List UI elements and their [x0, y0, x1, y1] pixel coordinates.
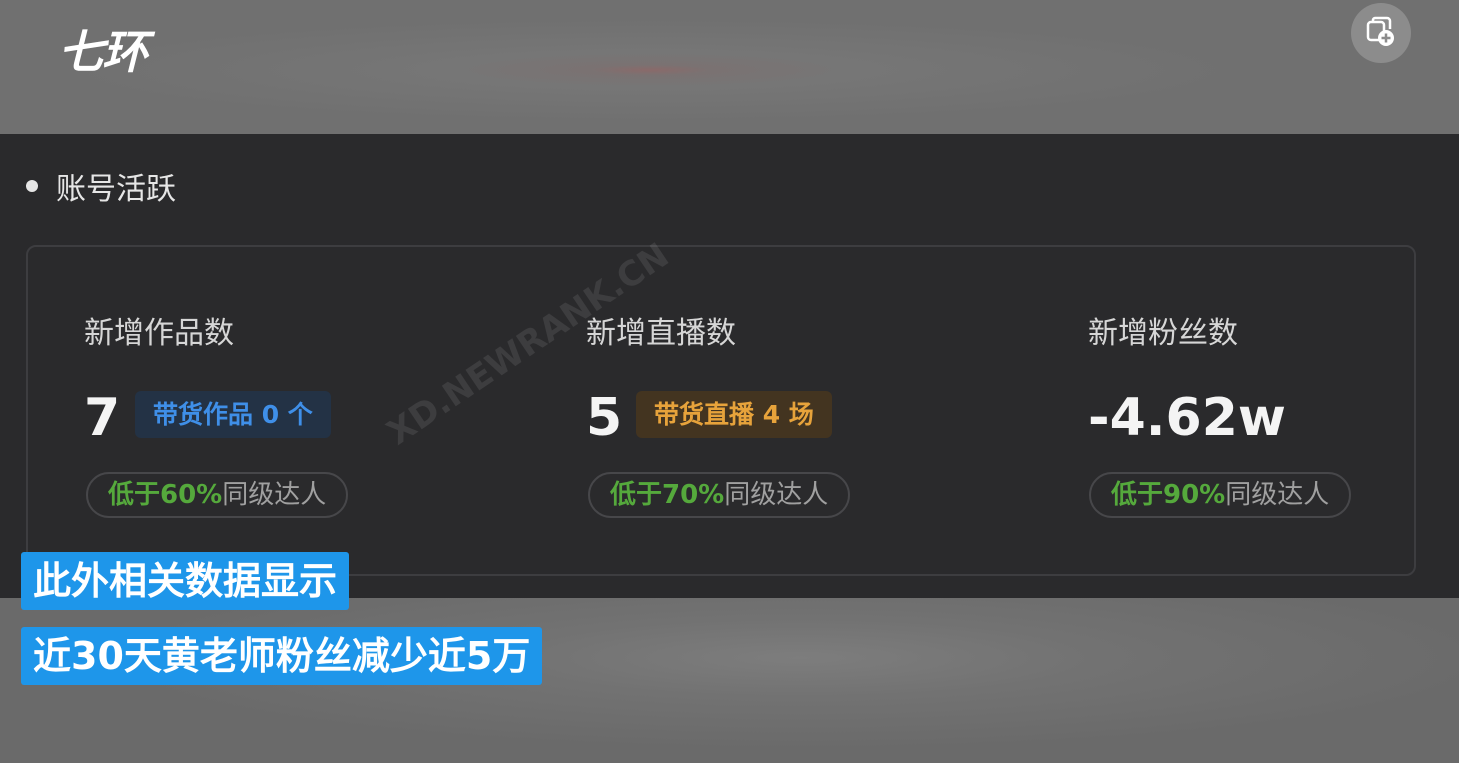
- stat-value-new-lives: 5: [586, 388, 623, 448]
- copy-button[interactable]: [1351, 3, 1411, 63]
- section-title: 账号活跃: [56, 172, 176, 207]
- peer-compare-pill-works: 低于60%同级达人: [86, 472, 349, 518]
- copy-plus-icon: [1366, 16, 1394, 46]
- pill-percent: 低于90%: [1111, 480, 1226, 510]
- stat-label-new-fans: 新增粉丝数: [1088, 316, 1238, 351]
- video-background-top: [0, 0, 1459, 134]
- pill-text: 同级达人: [1225, 480, 1330, 510]
- pill-text: 同级达人: [222, 480, 327, 510]
- channel-logo: 七环: [58, 25, 148, 79]
- stat-value-new-works: 7: [84, 388, 121, 448]
- stat-value-new-fans: -4.62w: [1088, 388, 1286, 448]
- stat-label-new-works: 新增作品数: [84, 316, 234, 351]
- subtitle-line-1: 此外相关数据显示: [21, 552, 350, 610]
- pill-percent: 低于60%: [108, 480, 223, 510]
- peer-compare-pill-fans: 低于90%同级达人: [1089, 472, 1352, 518]
- pill-text: 同级达人: [724, 480, 829, 510]
- peer-compare-pill-lives: 低于70%同级达人: [588, 472, 851, 518]
- subtitle-line-2: 近30天黄老师粉丝减少近5万: [21, 627, 543, 685]
- tag-sales-lives: 带货直播 4 场: [636, 391, 832, 438]
- tag-sales-works: 带货作品 0 个: [135, 391, 331, 438]
- pill-percent: 低于70%: [610, 480, 725, 510]
- stat-label-new-lives: 新增直播数: [586, 316, 736, 351]
- section-bullet: [26, 180, 38, 192]
